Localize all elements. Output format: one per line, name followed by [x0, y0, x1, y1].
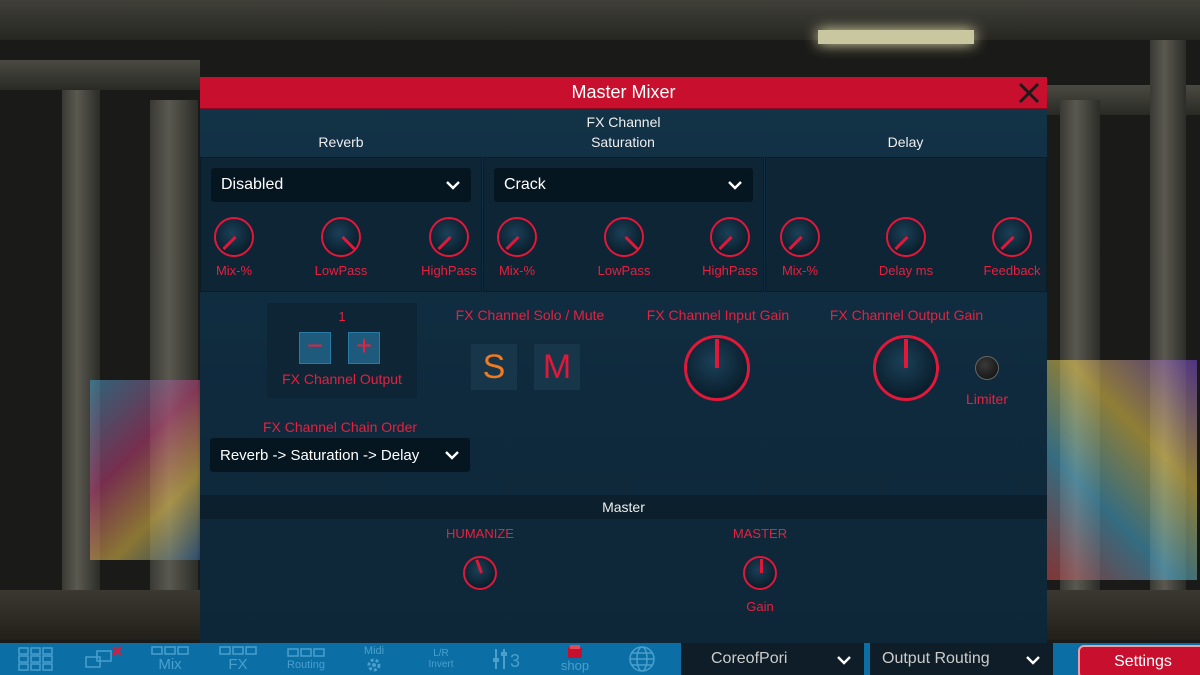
- reverb-lowpass-label: LowPass: [314, 263, 368, 278]
- reverb-highpass-label: HighPass: [421, 263, 477, 278]
- chevron-down-icon: [728, 181, 742, 190]
- chevron-down-icon: [446, 181, 460, 190]
- reverb-preset-value: Disabled: [221, 176, 284, 193]
- delay-ms-label: Delay ms: [878, 263, 934, 278]
- reverb-panel: Disabled Mix-% LowPass HighPass: [200, 157, 482, 292]
- layout-close-icon[interactable]: [82, 643, 126, 675]
- delay-heading: Delay: [887, 134, 924, 150]
- master-gain-label: Gain: [746, 599, 774, 614]
- chain-order-select[interactable]: Reverb -> Saturation -> Delay: [210, 438, 470, 472]
- input-gain-label: FX Channel Input Gain: [646, 307, 790, 323]
- midi-button[interactable]: Midi: [354, 643, 394, 675]
- fx-output-label: FX Channel Output: [282, 371, 402, 387]
- output-routing-select[interactable]: Output Routing: [870, 643, 1053, 675]
- mix-button[interactable]: Mix: [148, 643, 192, 675]
- routing-label: Routing: [287, 659, 325, 671]
- humanize-label: HUMANIZE: [446, 526, 514, 541]
- saturation-preset-select[interactable]: Crack: [494, 168, 753, 202]
- delay-feedback-knob[interactable]: [992, 217, 1032, 257]
- fx-channel-heading: FX Channel: [586, 114, 661, 130]
- output-routing-value: Output Routing: [882, 650, 990, 667]
- saturation-highpass-label: HighPass: [702, 263, 758, 278]
- mixer-sliders-icon[interactable]: 3: [488, 643, 528, 675]
- input-gain-knob[interactable]: [684, 335, 750, 401]
- reverb-mix-label: Mix-%: [215, 263, 253, 278]
- master-header-bar: Master: [200, 495, 1047, 519]
- lr-invert-label: L/R Invert: [428, 648, 454, 670]
- saturation-panel: Crack Mix-% LowPass HighPass: [483, 157, 764, 292]
- kit-select-value: CoreofPori: [711, 650, 788, 667]
- output-minus-button[interactable]: −: [299, 330, 331, 364]
- fx-output-value: 1: [338, 309, 346, 324]
- mute-button[interactable]: M: [534, 344, 580, 390]
- kit-select[interactable]: CoreofPori: [681, 643, 864, 675]
- chevron-down-icon: [1026, 656, 1040, 665]
- delay-ms-knob[interactable]: [886, 217, 926, 257]
- routing-button[interactable]: Routing: [283, 643, 329, 675]
- delay-feedback-label: Feedback: [983, 263, 1041, 278]
- output-gain-label: FX Channel Output Gain: [829, 307, 984, 323]
- master-heading: Master: [602, 499, 645, 515]
- reverb-highpass-knob[interactable]: [429, 217, 469, 257]
- close-icon[interactable]: [1017, 81, 1041, 105]
- title-bar: Master Mixer: [200, 77, 1047, 109]
- saturation-mix-knob[interactable]: [497, 217, 537, 257]
- solo-button[interactable]: S: [471, 344, 517, 390]
- saturation-lowpass-knob[interactable]: [604, 217, 644, 257]
- delay-mix-knob[interactable]: [780, 217, 820, 257]
- master-gain-knob[interactable]: [743, 556, 777, 590]
- chevron-down-icon: [837, 656, 851, 665]
- output-gain-knob[interactable]: [873, 335, 939, 401]
- reverb-lowpass-knob[interactable]: [321, 217, 361, 257]
- saturation-heading: Saturation: [591, 134, 655, 150]
- minus-icon: −: [306, 330, 324, 361]
- settings-label: Settings: [1114, 653, 1172, 670]
- fx-button[interactable]: FX: [216, 643, 260, 675]
- dialog-title: Master Mixer: [571, 82, 676, 102]
- globe-icon[interactable]: [622, 643, 662, 675]
- chain-order-value: Reverb -> Saturation -> Delay: [220, 446, 420, 464]
- reverb-preset-select[interactable]: Disabled: [211, 168, 471, 202]
- reverb-mix-knob[interactable]: [214, 217, 254, 257]
- reverb-heading: Reverb: [318, 134, 364, 150]
- mix-label: Mix: [158, 656, 182, 673]
- chevron-down-icon: [445, 451, 459, 460]
- shop-label: shop: [560, 658, 590, 673]
- fx-label: FX: [228, 656, 248, 673]
- limiter-label: Limiter: [965, 391, 1008, 407]
- saturation-highpass-knob[interactable]: [710, 217, 750, 257]
- chain-order-label: FX Channel Chain Order: [262, 419, 418, 435]
- midi-label: Midi: [363, 645, 385, 657]
- master-mixer-dialog: Master Mixer FX Channel Reverb Saturatio…: [200, 77, 1047, 643]
- saturation-mix-label: Mix-%: [498, 263, 536, 278]
- shop-icon: [568, 645, 582, 658]
- solo-mute-label: FX Channel Solo / Mute: [455, 307, 605, 323]
- master-label: MASTER: [732, 526, 788, 541]
- saturation-lowpass-label: LowPass: [597, 263, 651, 278]
- output-plus-button[interactable]: +: [348, 330, 380, 364]
- fx-output-box: 1 − + FX Channel Output: [267, 303, 417, 398]
- grid-icon[interactable]: [16, 643, 56, 675]
- delay-panel: Mix-% Delay ms Feedback: [765, 157, 1047, 292]
- limiter-toggle[interactable]: [975, 356, 999, 380]
- delay-mix-label: Mix-%: [781, 263, 819, 278]
- svg-text:3: 3: [510, 651, 520, 671]
- settings-button[interactable]: Settings: [1078, 645, 1200, 675]
- humanize-knob[interactable]: [463, 556, 497, 590]
- plus-icon: +: [355, 330, 373, 361]
- lr-invert-button[interactable]: L/R Invert: [418, 643, 464, 675]
- saturation-preset-value: Crack: [504, 176, 546, 193]
- gear-icon: [367, 658, 381, 672]
- shop-button[interactable]: shop: [555, 643, 595, 675]
